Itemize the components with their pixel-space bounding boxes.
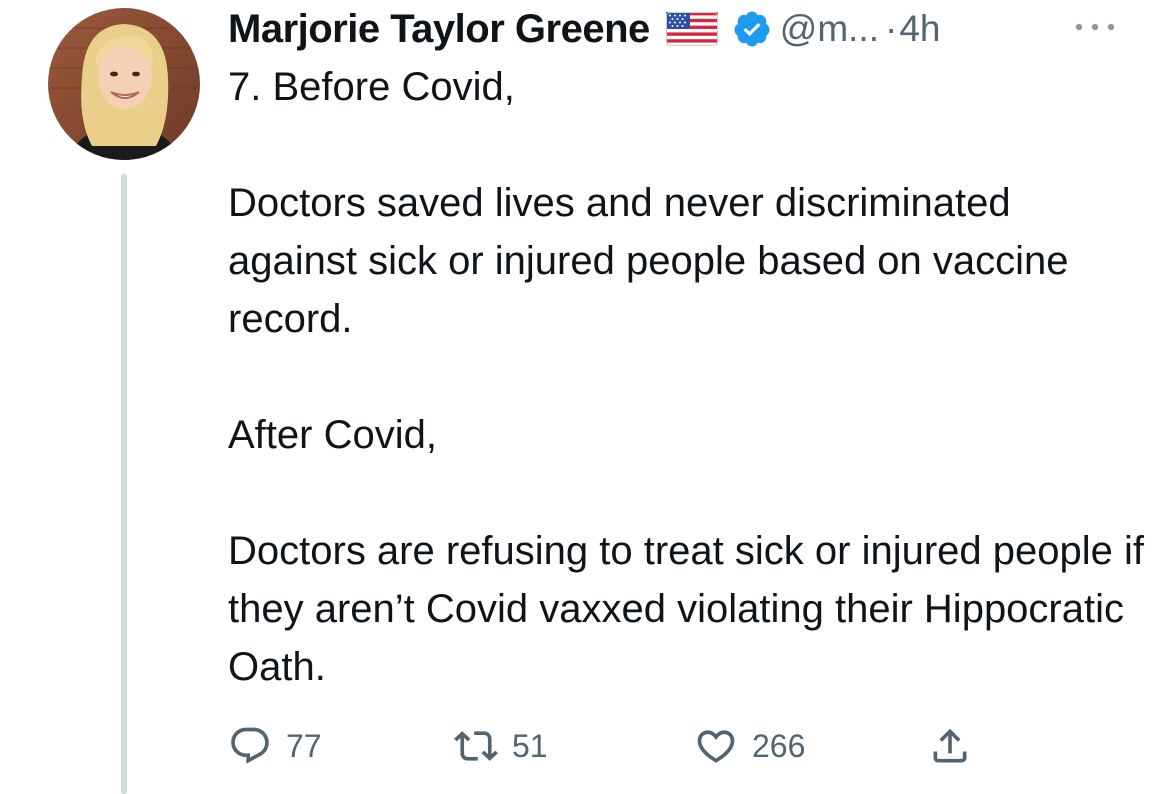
tweet-text: 7. Before Covid, Doctors saved lives and… [228, 58, 1148, 696]
like-count: 266 [752, 727, 806, 764]
reply-icon [228, 724, 272, 768]
author-handle[interactable]: @m... [780, 8, 879, 50]
retweet-count: 51 [512, 727, 548, 764]
share-icon [928, 724, 972, 768]
verified-badge-icon [732, 9, 772, 49]
author-display-name[interactable]: Marjorie Taylor Greene [228, 7, 650, 52]
tweet-paragraph: Doctors are refusing to treat sick or in… [228, 529, 1144, 689]
tweet-header: Marjorie Taylor Greene @m... · 4h [228, 4, 940, 54]
retweet-icon [454, 724, 498, 768]
tweet-paragraph: Doctors saved lives and never discrimina… [228, 181, 1069, 341]
tweet-action-bar: 77 51 266 [228, 718, 988, 774]
reply-button[interactable]: 77 [228, 718, 322, 774]
tweet-paragraph: 7. Before Covid, [228, 65, 515, 109]
tweet-timestamp[interactable]: 4h [899, 8, 940, 50]
share-button[interactable] [928, 718, 972, 774]
header-separator: · [885, 8, 898, 49]
heart-icon [694, 724, 738, 768]
thread-connector-line [121, 174, 127, 794]
us-flag-icon [665, 12, 718, 46]
reply-count: 77 [286, 727, 322, 764]
like-button[interactable]: 266 [694, 718, 805, 774]
retweet-button[interactable]: 51 [454, 718, 548, 774]
tweet-paragraph: After Covid, [228, 413, 437, 457]
more-horizontal-icon[interactable] [1072, 14, 1118, 40]
avatar[interactable] [48, 8, 200, 160]
